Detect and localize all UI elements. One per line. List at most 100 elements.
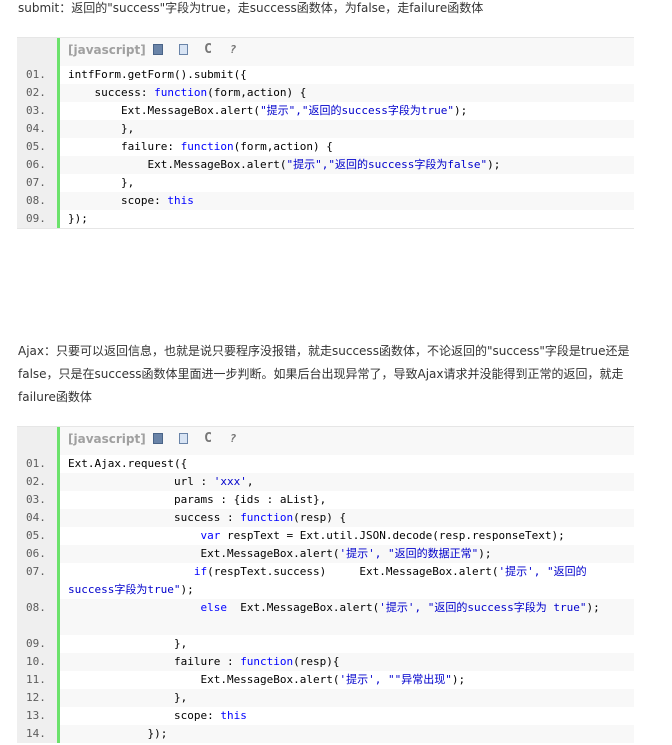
code-token: }, — [68, 637, 188, 650]
line-number: 03. — [17, 491, 57, 509]
code-line: 12. }, — [17, 689, 634, 707]
ajax-description: Ajax：只要可以返回信息，也就是说只要程序没报错，就走success函数体，不… — [18, 344, 630, 404]
code-line: 07. if(respText.success) Ext.MessageBox.… — [17, 563, 634, 599]
code-token: Ext.MessageBox.alert( — [68, 104, 261, 117]
code-text: failure : function(resp){ — [60, 653, 634, 671]
code-keyword: function — [240, 655, 294, 668]
code-line: 02. url : 'xxx', — [17, 473, 634, 491]
code-line: 14. }); — [17, 725, 634, 743]
line-number: 02. — [17, 473, 57, 491]
code-token: }, — [68, 691, 188, 704]
code-line: 01. intfForm.getForm().submit({ — [17, 66, 634, 84]
code-text: else Ext.MessageBox.alert('提示', "返回的succ… — [60, 599, 634, 635]
code-token: (resp) { — [293, 511, 347, 524]
code-line: 06. Ext.MessageBox.alert("提示","返回的succes… — [17, 156, 634, 174]
code-line: 07. }, — [17, 174, 634, 192]
line-number: 05. — [17, 527, 57, 545]
code-token: url : — [68, 475, 214, 488]
code-string: "提示","返回的success字段为true" — [260, 104, 455, 117]
code-keyword: function — [180, 140, 234, 153]
code-token: ); — [487, 158, 501, 171]
code-token: ); — [451, 673, 466, 686]
code-text: Ext.MessageBox.alert('提示', "返回的数据正常"); — [60, 545, 634, 563]
code-string: '提示', "返回的success字段为 true" — [379, 601, 587, 614]
gutter-divider — [57, 427, 60, 455]
line-number: 10. — [17, 653, 57, 671]
code-text: }); — [60, 210, 634, 228]
about-icon[interactable]: ? — [227, 433, 239, 445]
code-line: 13. scope: this — [17, 707, 634, 725]
code-line: 09.}); — [17, 210, 634, 228]
line-number: 04. — [17, 509, 57, 527]
code-token: ); — [454, 104, 468, 117]
code-text: Ext.MessageBox.alert('提示', ""异常出现"); — [60, 671, 634, 689]
code-text: if(respText.success) Ext.MessageBox.aler… — [60, 563, 634, 599]
line-number: 09. — [17, 210, 57, 228]
copy-icon[interactable] — [177, 44, 189, 56]
code-text: }); — [60, 725, 634, 743]
language-label: [javascript] — [68, 43, 146, 57]
code-block-ajax: [javascript] C ? 01. Ext.Ajax.request({02… — [17, 426, 634, 743]
code-token: }, — [68, 176, 135, 189]
line-number: 04. — [17, 120, 57, 138]
code-token: params : {ids : aList}, — [68, 493, 327, 506]
code-token: intfForm.getForm().submit({ — [68, 68, 247, 81]
code-token: ); — [180, 583, 194, 596]
code-text: }, — [60, 174, 634, 192]
line-number: 06. — [17, 156, 57, 174]
line-number: 13. — [17, 707, 57, 725]
code-token: failure : — [68, 655, 241, 668]
code-token: success: — [68, 86, 155, 99]
gutter-divider — [57, 38, 60, 66]
code-line: 08. scope: this — [17, 192, 634, 210]
code-text: scope: this — [60, 707, 634, 725]
code-keyword: this — [167, 194, 194, 207]
code-token: Ext.MessageBox.alert( — [68, 673, 340, 686]
line-number: 06. — [17, 545, 57, 563]
code-text: Ext.MessageBox.alert("提示","返回的success字段为… — [60, 156, 634, 174]
code-text: scope: this — [60, 192, 634, 210]
print-icon[interactable]: C — [202, 432, 214, 445]
line-number: 05. — [17, 138, 57, 156]
code-token: (respText.success) Ext.MessageBox.alert( — [207, 565, 499, 578]
line-number: 08. — [17, 192, 57, 210]
about-icon[interactable]: ? — [227, 44, 239, 56]
print-icon[interactable]: C — [202, 43, 214, 56]
view-source-icon[interactable] — [152, 44, 164, 56]
code-text: url : 'xxx', — [60, 473, 634, 491]
code-line: 04. }, — [17, 120, 634, 138]
code-keyword: else — [200, 601, 227, 614]
code-line: 02. success: function(form,action) { — [17, 84, 634, 102]
code-text: }, — [60, 635, 634, 653]
code-token: respText = Ext.util.JSON.decode(resp.res… — [220, 529, 565, 542]
code-text: }, — [60, 689, 634, 707]
code-line: 03. params : {ids : aList}, — [17, 491, 634, 509]
line-number: 07. — [17, 563, 57, 599]
code-lines: 01. Ext.Ajax.request({02. url : 'xxx', 03.… — [17, 455, 634, 743]
view-source-icon[interactable] — [152, 433, 164, 445]
code-keyword: function — [154, 86, 208, 99]
code-text: var respText = Ext.util.JSON.decode(resp… — [60, 527, 634, 545]
code-line: 01. Ext.Ajax.request({ — [17, 455, 634, 473]
code-text: success: function(form,action) { — [60, 84, 634, 102]
language-label: [javascript] — [68, 432, 146, 446]
code-text: success : function(resp) { — [60, 509, 634, 527]
code-token: , — [246, 475, 254, 488]
code-text: params : {ids : aList}, — [60, 491, 634, 509]
code-line: 05. failure: function(form,action) { — [17, 138, 634, 156]
code-toolbar: [javascript] C ? — [17, 37, 634, 66]
code-token: scope: — [68, 194, 168, 207]
line-number: 03. — [17, 102, 57, 120]
code-keyword: function — [240, 511, 294, 524]
code-text: }, — [60, 120, 634, 138]
line-number: 01. — [17, 66, 57, 84]
code-token: Ext.MessageBox.alert( — [226, 601, 380, 614]
code-toolbar: [javascript] C ? — [17, 426, 634, 455]
code-keyword: if — [193, 565, 208, 578]
code-token: failure: — [68, 140, 181, 153]
code-line: 11. Ext.MessageBox.alert('提示', ""异常出现"); — [17, 671, 634, 689]
code-token: Ext.MessageBox.alert( — [68, 158, 287, 171]
copy-icon[interactable] — [177, 433, 189, 445]
